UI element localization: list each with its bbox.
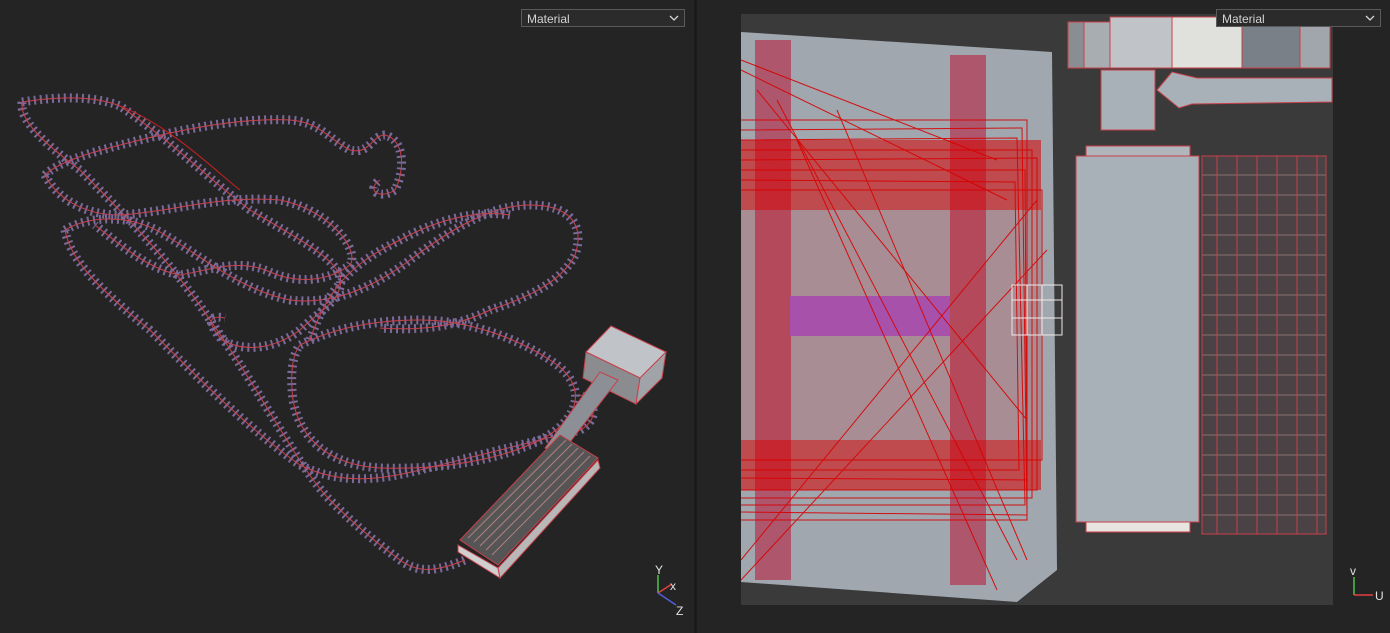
platform-roof: [457, 434, 601, 580]
uv-shading-mode-dropdown[interactable]: Material: [1216, 9, 1381, 27]
shading-mode-dropdown[interactable]: Material: [521, 9, 685, 27]
uv-island-platform: [1075, 145, 1200, 533]
uv-island-roof-tiles: [1201, 155, 1327, 535]
3d-viewport[interactable]: Material Y x Z: [0, 0, 694, 633]
chevron-down-icon: [669, 15, 679, 21]
uv-editor-viewport[interactable]: Material v U: [697, 0, 1390, 633]
shading-mode-label: Material: [527, 12, 570, 26]
chevron-down-icon: [1365, 15, 1375, 21]
uv-island-track: [740, 32, 1063, 602]
3d-scene[interactable]: [0, 0, 694, 633]
station-building: [544, 325, 667, 456]
uv-shading-mode-label: Material: [1222, 12, 1265, 26]
uv-canvas[interactable]: [697, 0, 1390, 633]
